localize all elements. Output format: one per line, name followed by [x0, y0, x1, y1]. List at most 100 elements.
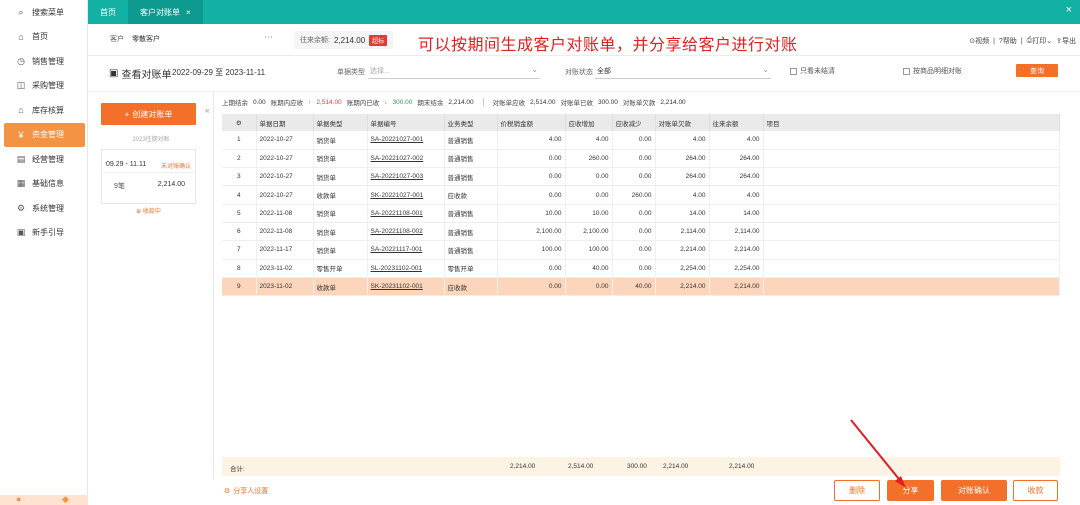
close-all-icon[interactable]: × — [1066, 4, 1072, 16]
table-row[interactable]: 5 2022-11-08 销货单 SA-20221108-001 普通销售 10.00 10… — [222, 204, 1060, 223]
sidebar-item-settings[interactable]: ⚙ 系统管理 — [0, 196, 87, 221]
help-button[interactable]: ? 帮助 — [999, 36, 1017, 46]
table-cell[interactable]: SA-20221027-001 — [367, 131, 445, 150]
collect-button[interactable]: 收款 — [1013, 480, 1058, 501]
doc-type-select[interactable]: 选择... ⌄ — [368, 63, 540, 79]
table-cell: 4.00 — [497, 131, 566, 150]
table-cell[interactable]: SK-20221027-001 — [367, 185, 445, 205]
print-button[interactable]: ⎙ 打印 ⌄ — [1027, 36, 1052, 46]
table-cell: 收款单 — [313, 277, 368, 297]
table-row[interactable]: 8 2023-11-02 零售开单 SL-20231102-001 零售开单 0.00 40… — [222, 259, 1060, 278]
table-cell: 销货单 — [313, 240, 368, 260]
statement-table: ⚙ 单据日期 单据类型 单据编号 业务类型 价税销金额 应收增加 应收减少 对账单欠款 往来余额项… — [222, 114, 1060, 297]
sidebar-item-info[interactable]: ▦ 基础信息 — [0, 172, 87, 197]
table-cell: 2,114.00 — [655, 222, 710, 242]
table-cell[interactable]: SA-20221108-001 — [367, 204, 445, 223]
table-cell: 2,254.00 — [709, 259, 764, 278]
table-cell: 2022-10-27 — [256, 167, 314, 187]
delete-button[interactable]: 删除 — [834, 480, 880, 501]
toolbar: ⊙ 视频 | ? 帮助 | ⎙ 打印 ⌄ ⇪ 导出 — [969, 36, 1076, 46]
sidebar-item-home[interactable]: ⌂ 首页 — [0, 25, 87, 50]
bell-icon[interactable]: ◆ — [62, 494, 69, 505]
sidebar-item-business[interactable]: ▤ 经营管理 — [0, 147, 87, 172]
sidebar-item-warehouse[interactable]: ⌂ 库存核算 — [0, 98, 87, 123]
only-unsettled-checkbox[interactable]: 只看未结清 — [790, 66, 835, 76]
plus-circle-icon: ⊕ — [136, 209, 142, 215]
table-cell: 2,254.00 — [655, 259, 710, 278]
table-cell: 应收款 — [444, 277, 498, 297]
confirm-statement-button[interactable]: 对账确认 — [941, 480, 1007, 501]
table-cell[interactable]: SA-20221027-002 — [367, 149, 445, 169]
table-row[interactable]: 1 2022-10-27 销货单 SA-20221027-001 普通销售 4.00 4.0… — [222, 131, 1060, 150]
table-cell: 2022-10-27 — [256, 185, 314, 205]
collapse-toggle[interactable]: ⊕ 收款中 — [102, 206, 195, 215]
purchase-icon: ◫ — [16, 80, 26, 91]
column-header: 应收减少 — [612, 114, 656, 131]
chevron-down-icon: ⌄ — [1046, 38, 1053, 45]
info-icon: ▦ — [16, 178, 26, 189]
view-statement[interactable]: ▣ 查看对账单 — [109, 66, 171, 81]
export-button[interactable]: ⇪ 导出 — [1056, 36, 1076, 46]
table-cell[interactable]: SA-20221117-001 — [367, 240, 445, 260]
table-cell: 销货单 — [313, 167, 368, 187]
date-range[interactable]: 2022-09-29 至 2023-11-11 — [172, 67, 265, 78]
tab-customer-statement[interactable]: 客户对账单 × — [128, 0, 203, 24]
table-row[interactable]: 7 2022-11-17 销货单 SA-20221117-001 普通销售 100.00 1… — [222, 240, 1060, 260]
table-cell[interactable]: SA-20221027-003 — [367, 167, 445, 187]
table-cell: 0.00 — [612, 204, 656, 223]
totals-row: 合计: 2,214.00 2,514.00 300.00 2,214.00 2,… — [222, 457, 1060, 476]
column-settings-header: ⚙ — [222, 114, 257, 131]
share-button[interactable]: 分享 — [887, 480, 934, 501]
user-icon[interactable]: ● — [16, 494, 21, 504]
table-row[interactable]: 3 2022-10-27 销货单 SA-20221027-003 普通销售 0.00 0.0… — [222, 167, 1060, 187]
customer-name[interactable]: 零散客户 — [132, 34, 160, 44]
table-cell[interactable]: SK-20231102-001 — [367, 277, 445, 297]
create-statement-button[interactable]: + 创建对账单 — [101, 103, 196, 125]
table-row[interactable]: 6 2022-11-08 销货单 SA-20221108-002 普通销售 2,100.0… — [222, 222, 1060, 242]
sidebar-item-funds[interactable]: ¥ 资金管理 — [4, 122, 85, 147]
table-cell: 2022-11-17 — [256, 240, 314, 260]
status-select[interactable]: 全部 ⌄ — [595, 63, 771, 79]
video-button[interactable]: ⊙ 视频 — [969, 36, 989, 46]
table-cell[interactable]: SA-20221108-002 — [367, 222, 445, 242]
collapse-panel-icon[interactable]: « — [205, 106, 213, 116]
table-cell: 0.00 — [497, 185, 566, 205]
query-button[interactable]: 查询 — [1016, 64, 1058, 77]
table-cell: 8 — [222, 259, 257, 278]
sales-icon: ◷ — [17, 55, 25, 66]
table-cell: 0.00 — [497, 259, 566, 278]
sidebar-item-sales[interactable]: ◷ 销售管理 — [0, 49, 87, 74]
share-settings-link[interactable]: ⚙ 分享人设置 — [224, 486, 268, 496]
table-row[interactable]: 2 2022-10-27 销货单 SA-20221027-002 普通销售 0.00 260… — [222, 149, 1060, 169]
table-cell: 4.00 — [709, 131, 764, 150]
table-cell: 2022-11-08 — [256, 204, 314, 223]
column-header: 业务类型 — [444, 114, 498, 131]
sidebar-item-guide[interactable]: ▣ 新手引导 — [0, 221, 87, 246]
home-icon: ⌂ — [18, 31, 24, 42]
by-product-checkbox[interactable]: 按商品明细对账 — [903, 66, 962, 76]
table-cell: 40.00 — [565, 259, 613, 278]
table-cell — [763, 277, 1060, 297]
gear-icon[interactable]: ⚙ — [236, 120, 242, 127]
table-cell — [763, 131, 1060, 150]
table-cell: 4 — [222, 185, 257, 205]
table-row[interactable]: 9 2023-11-02 收款单 SK-20231102-001 应收款 0.00 0.00… — [222, 277, 1060, 297]
table-cell: 0.00 — [565, 277, 613, 297]
funds-icon: ¥ — [18, 129, 24, 140]
table-cell: 10.00 — [565, 204, 613, 223]
statement-card[interactable]: 09.29 - 11.11 未对账确认 9笔 2,214.00 ⊕ 收款中 — [101, 149, 196, 215]
settings-icon: ⚙ — [16, 202, 26, 213]
table-cell: 10.00 — [497, 204, 566, 223]
table-header: ⚙ 单据日期 单据类型 单据编号 业务类型 价税销金额 应收增加 应收减少 对账单欠款 往来余额项… — [222, 114, 1060, 131]
sidebar-item-search[interactable]: ⌕ 搜索菜单 — [0, 0, 87, 25]
tab-home[interactable]: 首页 — [88, 0, 128, 24]
more-icon[interactable]: ⋯ — [264, 32, 273, 43]
table-cell: 4.00 — [565, 131, 613, 150]
sidebar-item-purchase[interactable]: ◫ 采购管理 — [0, 74, 87, 99]
close-icon[interactable]: × — [186, 8, 191, 17]
history-label: 2023往期对账 — [132, 137, 170, 143]
table-cell[interactable]: SL-20231102-001 — [367, 259, 445, 278]
column-header: 单据编号 — [367, 114, 445, 131]
table-cell — [763, 149, 1060, 169]
table-row[interactable]: 4 2022-10-27 收款单 SK-20221027-001 应收款 0.00 0.00… — [222, 185, 1060, 205]
